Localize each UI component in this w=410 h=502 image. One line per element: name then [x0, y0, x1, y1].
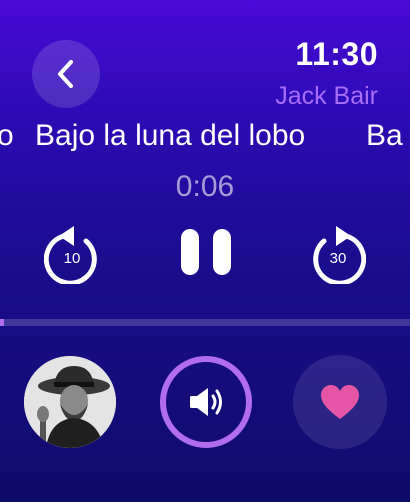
playback-progress-bar[interactable]: [0, 319, 410, 326]
forward-seconds-label: 30: [329, 250, 347, 267]
rewind-seconds-label: 10: [63, 250, 81, 267]
track-title-tail: o: [0, 119, 14, 152]
pause-icon-bar-left: [181, 229, 199, 275]
volume-button[interactable]: [159, 355, 253, 449]
heart-icon: [321, 385, 359, 419]
artist-name: Jack Bair: [275, 82, 378, 110]
pause-button[interactable]: [181, 229, 231, 275]
artist-avatar[interactable]: [24, 356, 116, 448]
elapsed-time: 0:06: [175, 170, 235, 203]
track-title: Bajo la luna del lobo: [35, 119, 306, 152]
forward-30-button[interactable]: 30: [310, 224, 366, 284]
track-title-marquee: o Bajo la luna del lobo Ba: [0, 116, 410, 156]
pause-icon-bar-right: [213, 229, 231, 275]
back-button[interactable]: [32, 40, 100, 108]
speaker-icon: [160, 356, 252, 448]
chevron-left-icon: [58, 60, 73, 88]
clock-time: 11:30: [295, 36, 378, 72]
artist-photo: [24, 356, 116, 448]
track-title-repeat: Ba: [366, 119, 403, 152]
playback-progress-fill: [0, 319, 5, 326]
rewind-10-button[interactable]: 10: [44, 224, 100, 284]
like-button[interactable]: [293, 355, 387, 449]
